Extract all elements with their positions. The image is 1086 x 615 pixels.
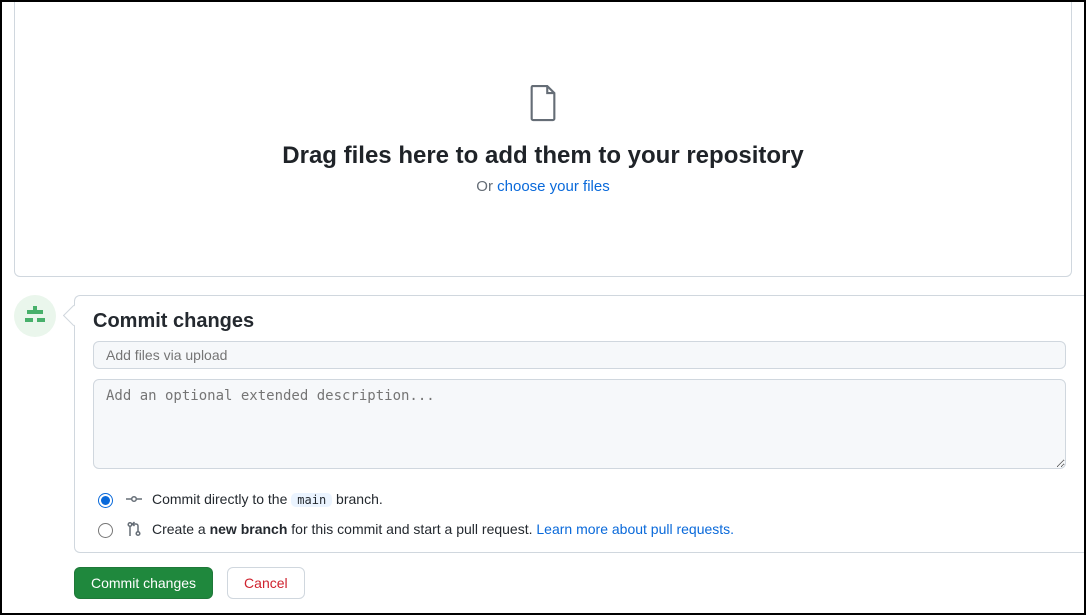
commit-newbranch-radio[interactable] — [98, 523, 113, 538]
cancel-button[interactable]: Cancel — [227, 567, 305, 599]
commit-newbranch-option[interactable]: Create a new branch for this commit and … — [93, 520, 1066, 538]
commit-direct-option[interactable]: Commit directly to the main branch. — [93, 490, 1066, 508]
commit-summary-input[interactable] — [93, 341, 1066, 369]
branch-pill: main — [291, 493, 332, 507]
commit-heading: Commit changes — [93, 310, 1066, 333]
git-pull-request-icon — [126, 521, 142, 537]
commit-changes-button[interactable]: Commit changes — [74, 567, 213, 599]
git-commit-icon — [126, 491, 142, 507]
commit-panel: Commit changes Commit directly to the ma… — [74, 295, 1084, 553]
commit-description-textarea[interactable] — [93, 379, 1066, 469]
learn-more-link[interactable]: Learn more about pull requests. — [536, 521, 734, 537]
commit-direct-radio[interactable] — [98, 493, 113, 508]
dropzone-subtitle: Or choose your files — [476, 178, 609, 195]
file-icon — [526, 83, 560, 126]
dropzone-title: Drag files here to add them to your repo… — [282, 142, 803, 170]
avatar — [14, 295, 56, 337]
file-dropzone[interactable]: Drag files here to add them to your repo… — [14, 2, 1072, 277]
choose-files-link[interactable]: choose your files — [497, 178, 610, 195]
